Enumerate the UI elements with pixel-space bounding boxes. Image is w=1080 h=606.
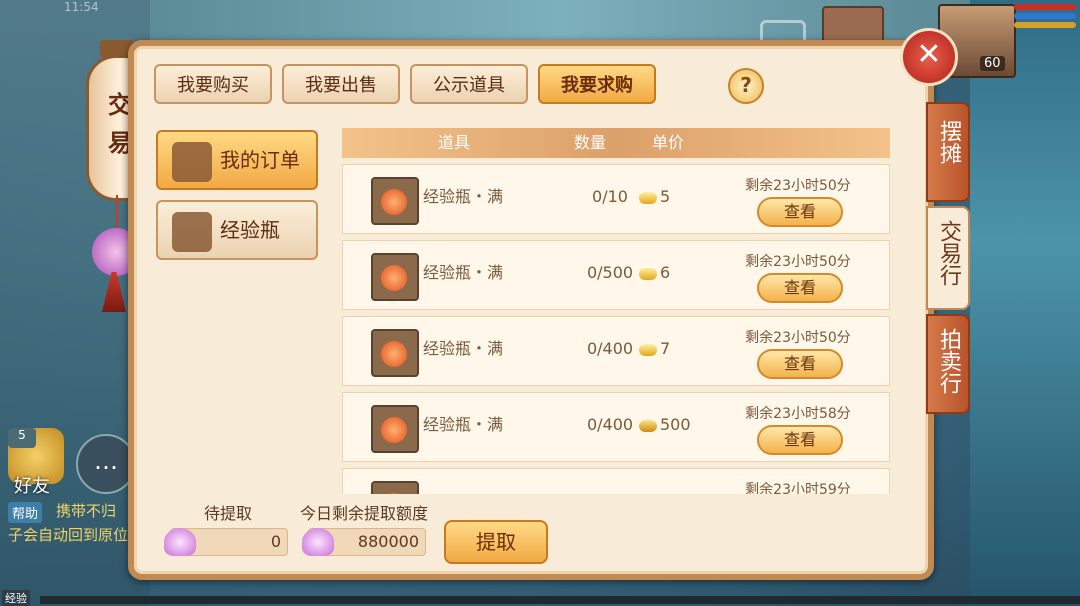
friend-label: 好友 (14, 476, 50, 497)
help-tag: 帮助 (8, 502, 43, 523)
item-remaining-time: 剩余23小时50分 (745, 330, 851, 346)
tab-public-items[interactable]: 公示道具 (410, 64, 528, 104)
help-button[interactable]: ? (728, 68, 764, 104)
chat-message-2: 子会自动回到原位 (8, 526, 129, 544)
item-price: 7 (639, 317, 670, 381)
tab-request-label: 我要求购 (561, 75, 633, 96)
experience-bar (40, 596, 1080, 604)
item-name: 经验瓶・满 (423, 187, 504, 206)
table-row: 经验瓶・满 0/500 6 剩余23小时50分 查看 (342, 240, 890, 310)
chat-message-1: 携带不归 (56, 502, 117, 520)
order-table[interactable]: 道具 数量 单价 经验瓶・满 0/10 5 剩余23小时50分 查看 经验瓶・满… (342, 128, 890, 494)
trade-panel-content: 我要购买 我要出售 公示道具 我要求购 ? 我的订单 经验瓶 道具 数量 单价 … (154, 64, 910, 564)
exp-bottle-icon[interactable] (371, 177, 419, 225)
chat-dots-icon: … (94, 447, 118, 475)
item-price: 500 (639, 393, 691, 457)
exp-label: 经验 (2, 590, 30, 606)
item-price-value: 7 (660, 339, 671, 358)
tab-stall-label: 摆摊 (936, 120, 961, 164)
friend-count-badge: 5 (8, 428, 36, 448)
clipboard-icon (172, 142, 212, 182)
quota-label: 今日剩余提取额度 (300, 504, 429, 523)
header-price: 单价 (652, 133, 685, 152)
hp-bar (1014, 4, 1076, 10)
table-row: 经验瓶・满 0/10 5 剩余23小时50分 查看 (342, 164, 890, 234)
mp-bar (1014, 13, 1076, 19)
silver-coin-icon (639, 267, 657, 280)
header-qty: 数量 (574, 133, 607, 152)
item-price: 5 (639, 165, 670, 229)
tab-auction[interactable]: 拍卖行 (926, 314, 970, 414)
tab-auction-label: 拍卖行 (936, 328, 961, 394)
view-button[interactable]: 查看 (757, 197, 843, 227)
tab-public-label: 公示道具 (433, 75, 505, 96)
item-remaining-time: 剩余23小时58分 (745, 406, 851, 422)
exp-bottle-icon[interactable] (371, 329, 419, 377)
tab-stall[interactable]: 摆摊 (926, 102, 970, 202)
exp-bottle-icon[interactable] (371, 253, 419, 301)
view-button[interactable]: 查看 (757, 425, 843, 455)
item-price: 6 (639, 241, 670, 305)
table-row: 剩余23小时59分 (342, 468, 890, 494)
tab-trade-house[interactable]: 交易行 (926, 206, 970, 310)
player-level: 60 (980, 56, 1005, 71)
exp-bottle-icon[interactable] (371, 481, 419, 494)
silver-coin-icon (639, 343, 657, 356)
tab-sell-label: 我要出售 (305, 75, 377, 96)
chat-button[interactable]: … (76, 434, 136, 494)
shell-currency-icon (164, 528, 196, 556)
background-right (970, 0, 1080, 606)
item-price-value: 5 (660, 187, 671, 206)
gold-coin-icon (639, 419, 657, 432)
trade-panel: 我要购买 我要出售 公示道具 我要求购 ? 我的订单 经验瓶 道具 数量 单价 … (128, 40, 934, 580)
shell-currency-icon (302, 528, 334, 556)
side-exp-bottle-label: 经验瓶 (220, 218, 280, 242)
view-button[interactable]: 查看 (757, 349, 843, 379)
side-my-orders[interactable]: 我的订单 (156, 130, 318, 190)
table-header: 道具 数量 单价 (342, 128, 890, 158)
item-name: 经验瓶・满 (423, 415, 504, 434)
item-name: 经验瓶・满 (423, 263, 504, 282)
side-my-orders-label: 我的订单 (220, 148, 300, 172)
status-time: 11:54 (64, 0, 99, 14)
exp-mini-bar (1014, 22, 1076, 28)
header-item: 道具 (438, 133, 471, 152)
tab-buy[interactable]: 我要购买 (154, 64, 272, 104)
pending-label: 待提取 (204, 504, 253, 523)
view-button[interactable]: 查看 (757, 273, 843, 303)
extract-button[interactable]: 提取 (444, 520, 548, 564)
item-remaining-time: 剩余23小时59分 (745, 482, 851, 494)
table-row: 经验瓶・满 0/400 500 剩余23小时58分 查看 (342, 392, 890, 462)
tab-sell[interactable]: 我要出售 (282, 64, 400, 104)
hud-bars (1014, 4, 1076, 31)
tab-buy-label: 我要购买 (177, 75, 249, 96)
item-remaining-time: 剩余23小时50分 (745, 254, 851, 270)
table-row: 经验瓶・满 0/400 7 剩余23小时50分 查看 (342, 316, 890, 386)
tab-request-buy[interactable]: 我要求购 (538, 64, 656, 104)
bottle-icon (172, 212, 212, 252)
silver-coin-icon (639, 191, 657, 204)
exp-bottle-icon[interactable] (371, 405, 419, 453)
close-icon[interactable]: ✕ (900, 28, 958, 86)
item-price-value: 500 (660, 415, 691, 434)
side-exp-bottle[interactable]: 经验瓶 (156, 200, 318, 260)
item-name: 经验瓶・满 (423, 339, 504, 358)
item-price-value: 6 (660, 263, 671, 282)
item-remaining-time: 剩余23小时50分 (745, 178, 851, 194)
tab-trade-house-label: 交易行 (936, 220, 961, 286)
